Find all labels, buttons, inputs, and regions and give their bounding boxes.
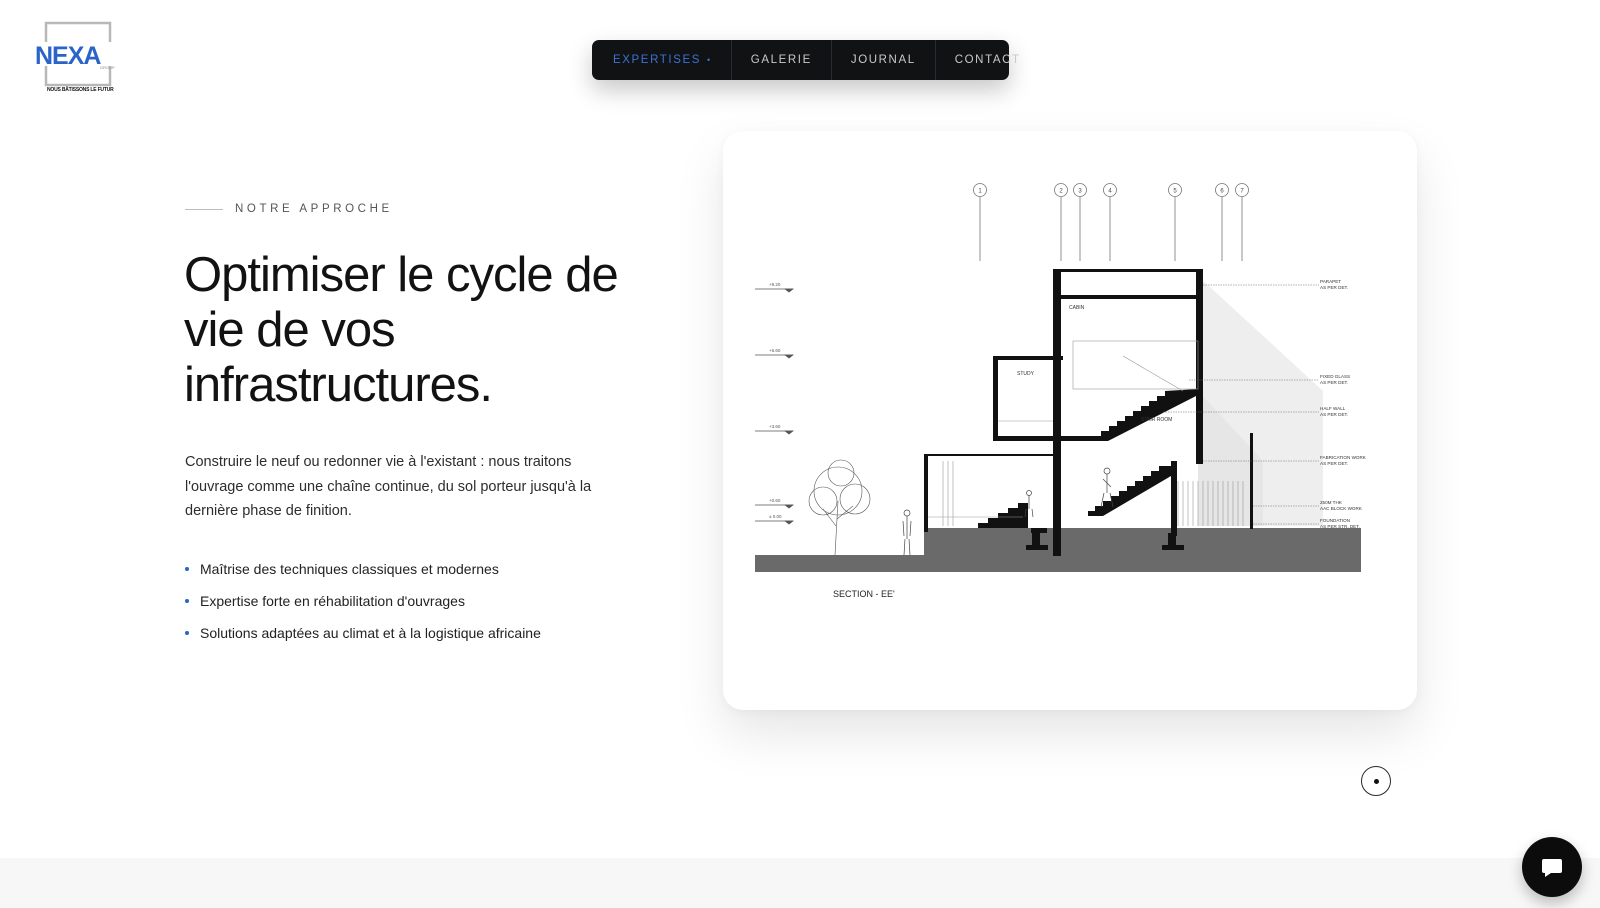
svg-text:5: 5 (1173, 189, 1177, 195)
list-item: Maîtrise des techniques classiques et mo… (185, 553, 541, 585)
eyebrow-rule (185, 208, 223, 210)
nav-item-label: EXPERTISES (613, 54, 702, 66)
room-label: STAIR ROOM (1141, 417, 1172, 423)
brand-logo[interactable]: NEXA GROUP NOUS BÂTISSONS LE FUTUR (32, 20, 124, 94)
nav-item-journal[interactable]: JOURNAL (832, 40, 936, 80)
svg-text:AAC BLOCK WORK: AAC BLOCK WORK (1320, 506, 1363, 511)
list-item-text: Expertise forte en réhabilitation d'ouvr… (200, 593, 465, 609)
nav-item-label: GALERIE (750, 54, 812, 66)
svg-text:± 0.00: ± 0.00 (769, 514, 782, 519)
grid-markers: 1 2 3 4 5 6 7 (973, 183, 1249, 261)
level-marker: +0.60 (755, 498, 795, 509)
chat-bubble-icon (1542, 859, 1562, 877)
svg-text:AS PER STR. DET.: AS PER STR. DET. (1320, 524, 1360, 529)
feature-list: Maîtrise des techniques classiques et mo… (185, 553, 541, 649)
grid-marker: 4 (1103, 183, 1117, 261)
svg-text:FOUNDATION: FOUNDATION (1320, 518, 1350, 523)
svg-text:4: 4 (1108, 189, 1112, 195)
scroll-dot (1373, 778, 1379, 784)
svg-text:250M THK: 250M THK (1320, 500, 1343, 505)
level-marker: +6.60 (755, 348, 795, 359)
list-item: Expertise forte en réhabilitation d'ouvr… (185, 585, 541, 617)
list-item-text: Maîtrise des techniques classiques et mo… (200, 561, 499, 577)
staircase (978, 389, 1198, 528)
tree-icon (808, 459, 871, 556)
svg-text:6: 6 (1220, 189, 1224, 195)
section-drawing-card: 1 2 3 4 5 6 7 +9.20 +6.60 +3.60 +0.60 ± … (723, 131, 1417, 710)
annotation: PARAPETAS PER DET. (1203, 279, 1348, 290)
grid-marker: 3 (1073, 183, 1087, 261)
logo-wordmark: NEXA (35, 42, 101, 70)
svg-text:2: 2 (1059, 189, 1063, 195)
logo-sub: GROUP (100, 65, 115, 70)
svg-text:PARAPET: PARAPET (1320, 279, 1341, 284)
nav-item-expertises[interactable]: EXPERTISES • (594, 40, 732, 80)
nav-item-galerie[interactable]: GALERIE (732, 40, 832, 80)
svg-text:1: 1 (978, 189, 982, 195)
bullet-icon (185, 631, 189, 635)
level-marker: +9.20 (755, 282, 795, 293)
svg-text:+3.60: +3.60 (769, 424, 781, 429)
list-item-text: Solutions adaptées au climat et à la log… (200, 625, 541, 641)
nav-item-label: JOURNAL (850, 54, 916, 66)
room-label: STUDY (1017, 371, 1035, 377)
grid-marker: 6 (1215, 183, 1229, 261)
svg-text:3: 3 (1078, 189, 1082, 195)
level-marker: ± 0.00 (755, 514, 795, 525)
ground-slab (755, 555, 1361, 572)
title-line: infrastructures. (184, 358, 493, 412)
title-line: vie de vos (184, 303, 396, 357)
nav-item-label: CONTACT (954, 54, 1021, 66)
level-marker: +3.60 (755, 424, 795, 435)
dropdown-dot-icon: • (707, 55, 712, 65)
svg-text:FABRICATION WORK: FABRICATION WORK (1320, 455, 1367, 460)
grid-marker: 7 (1235, 183, 1249, 261)
grid-marker: 2 (1054, 183, 1068, 261)
svg-text:+6.60: +6.60 (769, 348, 781, 353)
chat-button[interactable] (1522, 837, 1582, 897)
level-markers: +9.20 +6.60 +3.60 +0.60 ± 0.00 (755, 282, 795, 525)
svg-text:AS PER DET.: AS PER DET. (1320, 412, 1348, 417)
room-label: CABIN (1069, 305, 1085, 311)
grid-marker: 5 (1168, 183, 1182, 261)
main-nav: EXPERTISES • GALERIE JOURNAL CONTACT (592, 40, 1019, 80)
svg-text:+9.20: +9.20 (769, 282, 781, 287)
section-eyebrow: NOTRE APPROCHE (185, 203, 393, 215)
section-body: Construire le neuf ou redonner vie à l'e… (185, 454, 592, 519)
svg-text:7: 7 (1240, 189, 1244, 195)
logo-tagline: NOUS BÂTISSONS LE FUTUR (47, 86, 114, 93)
svg-text:HALF WALL: HALF WALL (1320, 406, 1346, 411)
svg-text:AS PER DET.: AS PER DET. (1320, 461, 1348, 466)
interior-lines (928, 340, 1244, 526)
title-line: Optimiser le cycle de (184, 248, 619, 302)
bullet-icon (185, 567, 189, 571)
svg-text:FIXED GLASS: FIXED GLASS (1320, 374, 1350, 379)
section-title: Optimiser le cycle de vie de vos infrast… (184, 248, 664, 413)
nav-item-contact[interactable]: CONTACT (936, 40, 1040, 80)
next-section-band (0, 858, 1600, 908)
scroll-indicator-icon[interactable] (1361, 766, 1391, 796)
svg-text:+0.60: +0.60 (769, 498, 781, 503)
svg-text:AS PER DET.: AS PER DET. (1320, 285, 1348, 290)
drawing-caption: SECTION - EE' (833, 589, 895, 599)
grid-marker: 1 (973, 183, 987, 261)
bullet-icon (185, 599, 189, 603)
eyebrow-label: NOTRE APPROCHE (235, 203, 393, 215)
list-item: Solutions adaptées au climat et à la log… (185, 617, 541, 649)
svg-text:AS PER DET.: AS PER DET. (1320, 380, 1348, 385)
ground-raised (924, 528, 1361, 557)
architectural-section-drawing: 1 2 3 4 5 6 7 +9.20 +6.60 +3.60 +0.60 ± … (755, 183, 1367, 599)
